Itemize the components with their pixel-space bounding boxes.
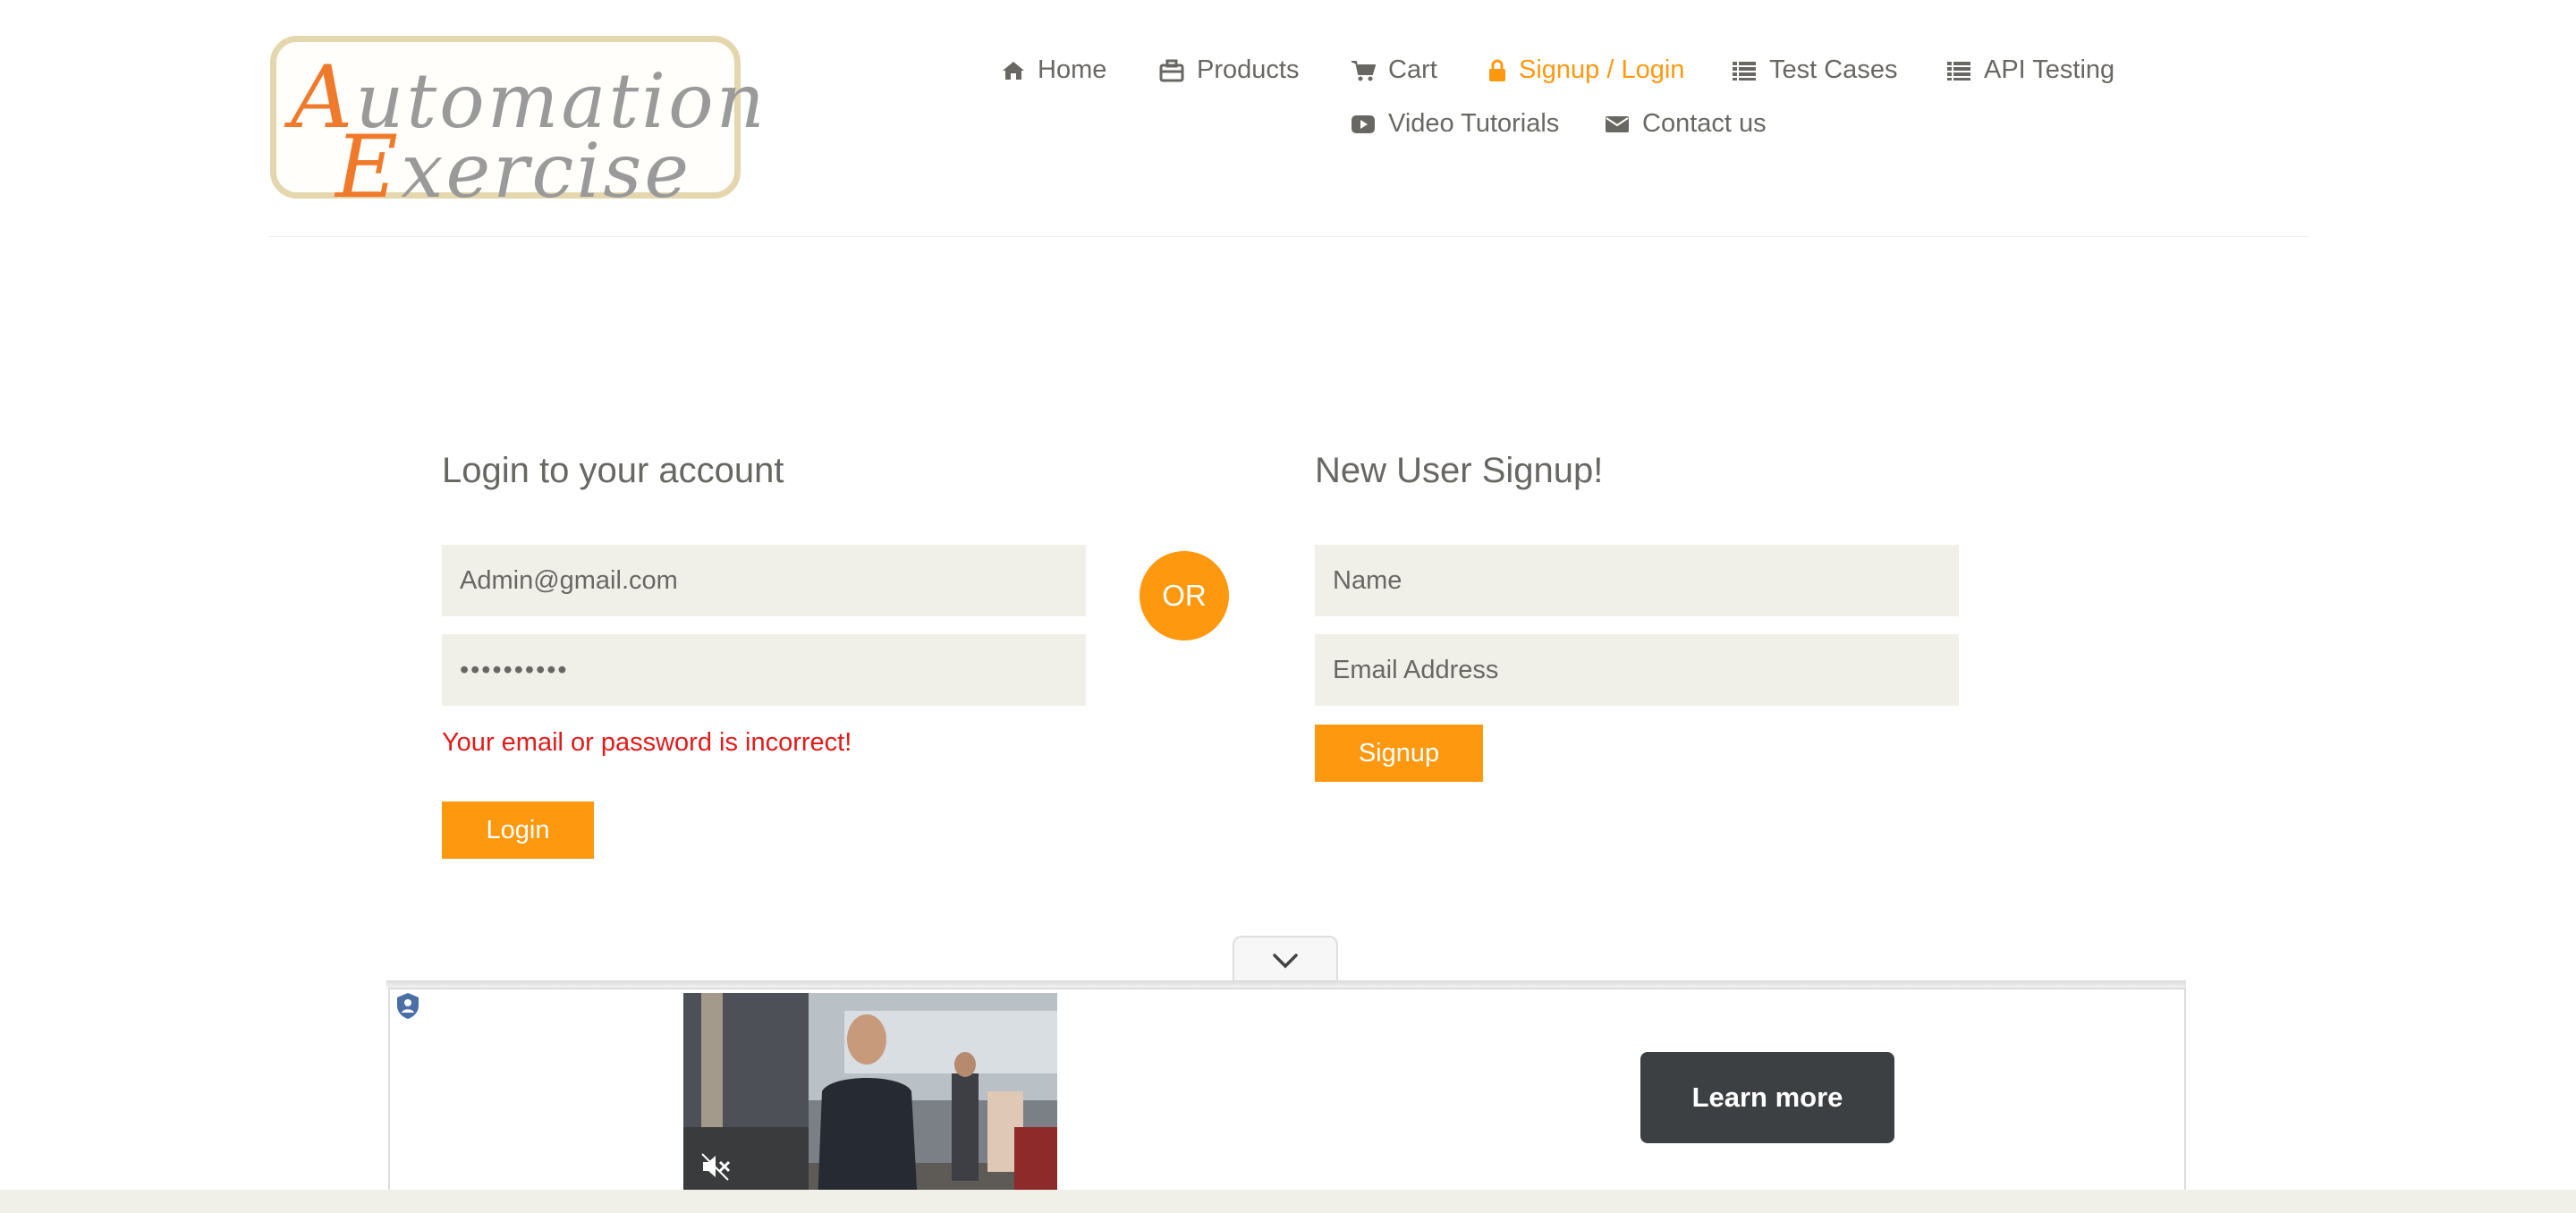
login-button[interactable]: Login [442, 802, 594, 859]
nav-cart[interactable]: Cart [1351, 55, 1437, 85]
nav-api-testing[interactable]: API Testing [1946, 55, 2114, 85]
ad-video[interactable] [683, 993, 1057, 1204]
nav-contact-us[interactable]: Contact us [1605, 109, 1767, 139]
nav-video-tutorials[interactable]: Video Tutorials [1351, 109, 1559, 139]
signup-button[interactable]: Signup [1315, 725, 1483, 782]
signup-email-input[interactable] [1315, 634, 1959, 706]
ad-learn-more-button[interactable]: Learn more [1640, 1052, 1894, 1143]
nav-products[interactable]: Products [1159, 55, 1299, 85]
nav-home[interactable]: Home [1002, 55, 1106, 85]
cart-icon [1352, 60, 1376, 81]
ad-video-frame-image [683, 993, 1057, 1204]
ad-choices-icon[interactable] [395, 991, 420, 1020]
ad-banner[interactable]: Learn more [388, 988, 2186, 1209]
envelope-icon [1606, 115, 1629, 132]
signup-name-input[interactable] [1315, 545, 1959, 616]
home-icon [1003, 61, 1024, 80]
login-title: Login to your account [442, 451, 784, 490]
list-icon [1947, 61, 1970, 81]
site-logo[interactable]: Automation Exercise [270, 36, 765, 217]
chevron-down-icon [1273, 954, 1298, 969]
main-nav: Home Products Cart Signup / Login Test C… [966, 47, 2182, 172]
muted-speaker-icon[interactable] [699, 1150, 732, 1183]
lock-icon [1489, 59, 1505, 81]
ad-collapse-toggle[interactable] [1233, 936, 1338, 984]
signup-title: New User Signup! [1315, 451, 1604, 490]
footer-strip [0, 1190, 2576, 1213]
login-email-input[interactable] [442, 545, 1086, 616]
login-error-message: Your email or password is incorrect! [442, 728, 852, 757]
login-password-input[interactable] [442, 634, 1086, 706]
logo-line-2: Exercise [335, 117, 692, 217]
nav-signup-login[interactable]: Signup / Login [1488, 55, 1684, 85]
page: Automation Exercise Home Products Cart S… [0, 0, 2576, 1213]
briefcase-icon [1159, 59, 1184, 81]
list-icon [1733, 61, 1756, 81]
nav-test-cases[interactable]: Test Cases [1732, 55, 1897, 85]
header-divider [268, 236, 2309, 237]
or-divider: OR [1140, 551, 1229, 640]
youtube-play-icon [1352, 115, 1375, 133]
